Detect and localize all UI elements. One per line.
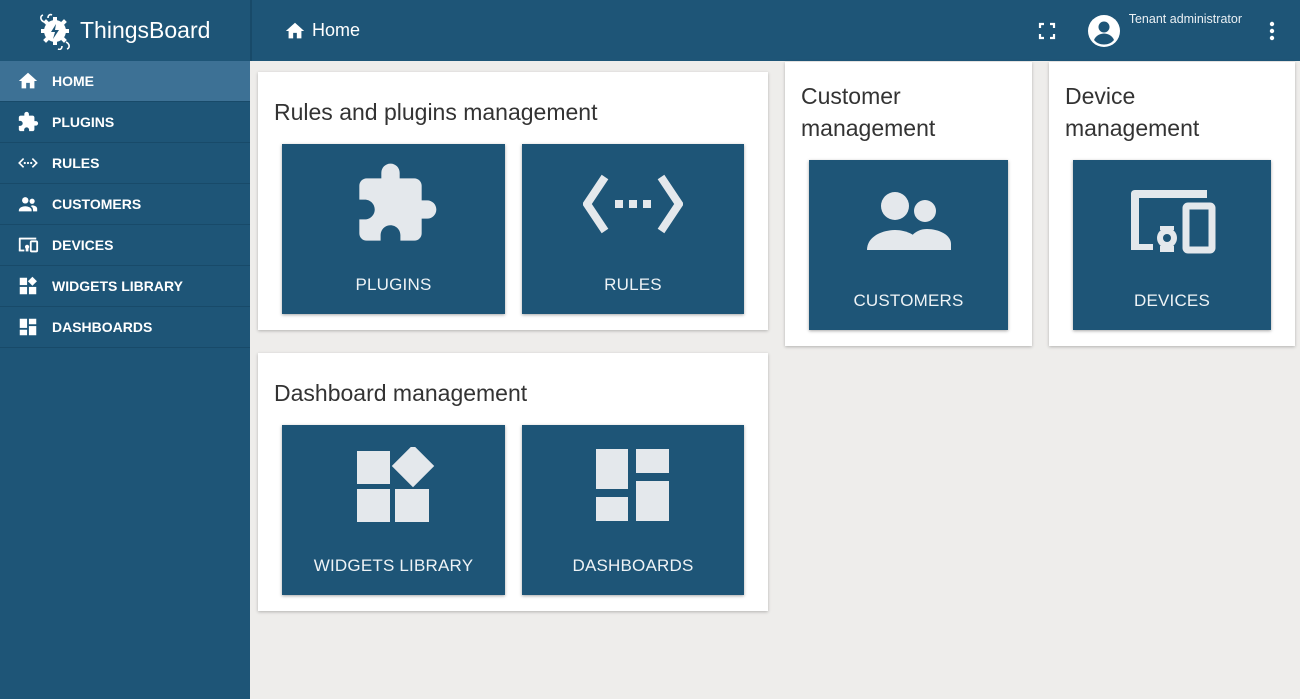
sidebar-item-label: RULES xyxy=(52,155,100,171)
account-avatar-icon[interactable] xyxy=(1087,14,1121,48)
customer-management-card: Customer management CUSTOMERS xyxy=(785,62,1032,346)
more-vert-icon[interactable] xyxy=(1260,19,1284,43)
thingsboard-logo-icon xyxy=(36,11,76,51)
dashboard-icon xyxy=(596,449,670,523)
sidebar-item-label: CUSTOMERS xyxy=(52,196,142,212)
tile-label: RULES xyxy=(604,275,662,294)
card-title-line2: management xyxy=(801,115,936,141)
toolbar-actions: Tenant administrator xyxy=(1035,0,1300,61)
top-toolbar: Home Tenant administrator xyxy=(250,0,1300,61)
breadcrumb[interactable]: Home xyxy=(284,20,360,42)
code-arrows-icon xyxy=(17,152,39,174)
sidebar-item-label: DEVICES xyxy=(52,237,114,253)
sidebar-item-devices[interactable]: DEVICES xyxy=(0,225,250,266)
sidebar-item-rules[interactable]: RULES xyxy=(0,143,250,184)
tile-label: PLUGINS xyxy=(355,275,432,294)
dashboards-tile[interactable]: DASHBOARDS xyxy=(522,425,744,595)
tile-label: DASHBOARDS xyxy=(572,556,694,575)
card-title: Dashboard management xyxy=(274,380,528,406)
app-name: ThingsBoard xyxy=(80,17,211,43)
card-title-line1: Device xyxy=(1065,83,1136,109)
devices-icon xyxy=(17,234,39,256)
devices-tile[interactable]: DEVICES xyxy=(1073,160,1271,330)
breadcrumb-label: Home xyxy=(312,20,361,40)
user-role-label[interactable]: Tenant administrator xyxy=(1129,12,1242,26)
tile-label: CUSTOMERS xyxy=(853,291,964,310)
sidebar-item-label: PLUGINS xyxy=(52,114,115,130)
rules-plugins-card: Rules and plugins management PLUGINS RUL… xyxy=(258,72,768,330)
widgets-icon xyxy=(356,447,436,523)
card-title-line1: Customer xyxy=(801,83,901,109)
home-icon xyxy=(17,70,39,92)
card-title: Rules and plugins management xyxy=(274,99,598,125)
people-icon xyxy=(865,184,953,254)
widgets-library-tile[interactable]: WIDGETS LIBRARY xyxy=(282,425,505,595)
sidebar-item-label: HOME xyxy=(52,73,94,89)
dashboard-management-card: Dashboard management WIDGETS LIBRARY DAS… xyxy=(258,353,768,611)
sidebar-item-home[interactable]: HOME xyxy=(0,61,250,102)
sidebar-item-widgets-library[interactable]: WIDGETS LIBRARY xyxy=(0,266,250,307)
rules-tile[interactable]: RULES xyxy=(522,144,744,314)
puzzle-icon xyxy=(352,160,440,248)
widgets-icon xyxy=(17,275,39,297)
sidebar-item-label: DASHBOARDS xyxy=(52,319,153,335)
sidebar-item-dashboards[interactable]: DASHBOARDS xyxy=(0,307,250,348)
home-icon xyxy=(284,20,306,42)
sidebar-item-label: WIDGETS LIBRARY xyxy=(52,278,183,294)
card-title-line2: management xyxy=(1065,115,1200,141)
plugins-tile[interactable]: PLUGINS xyxy=(282,144,505,314)
people-icon xyxy=(17,193,39,215)
app-logo[interactable]: ThingsBoard xyxy=(0,0,250,61)
devices-icon xyxy=(1127,188,1217,254)
sidebar-item-customers[interactable]: CUSTOMERS xyxy=(0,184,250,225)
sidebar: ThingsBoard HOME PLUGINS RULES CUSTOMERS xyxy=(0,0,250,699)
code-arrows-icon xyxy=(583,169,683,239)
sidebar-item-plugins[interactable]: PLUGINS xyxy=(0,102,250,143)
tile-label: WIDGETS LIBRARY xyxy=(313,556,474,575)
customers-tile[interactable]: CUSTOMERS xyxy=(809,160,1008,330)
puzzle-icon xyxy=(17,111,39,133)
tile-label: DEVICES xyxy=(1133,291,1211,310)
sidebar-nav: HOME PLUGINS RULES CUSTOMERS DEVICES WID… xyxy=(0,61,250,348)
dashboard-icon xyxy=(17,316,39,338)
fullscreen-icon[interactable] xyxy=(1035,19,1059,43)
device-management-card: Device management DEVICES xyxy=(1049,62,1295,346)
